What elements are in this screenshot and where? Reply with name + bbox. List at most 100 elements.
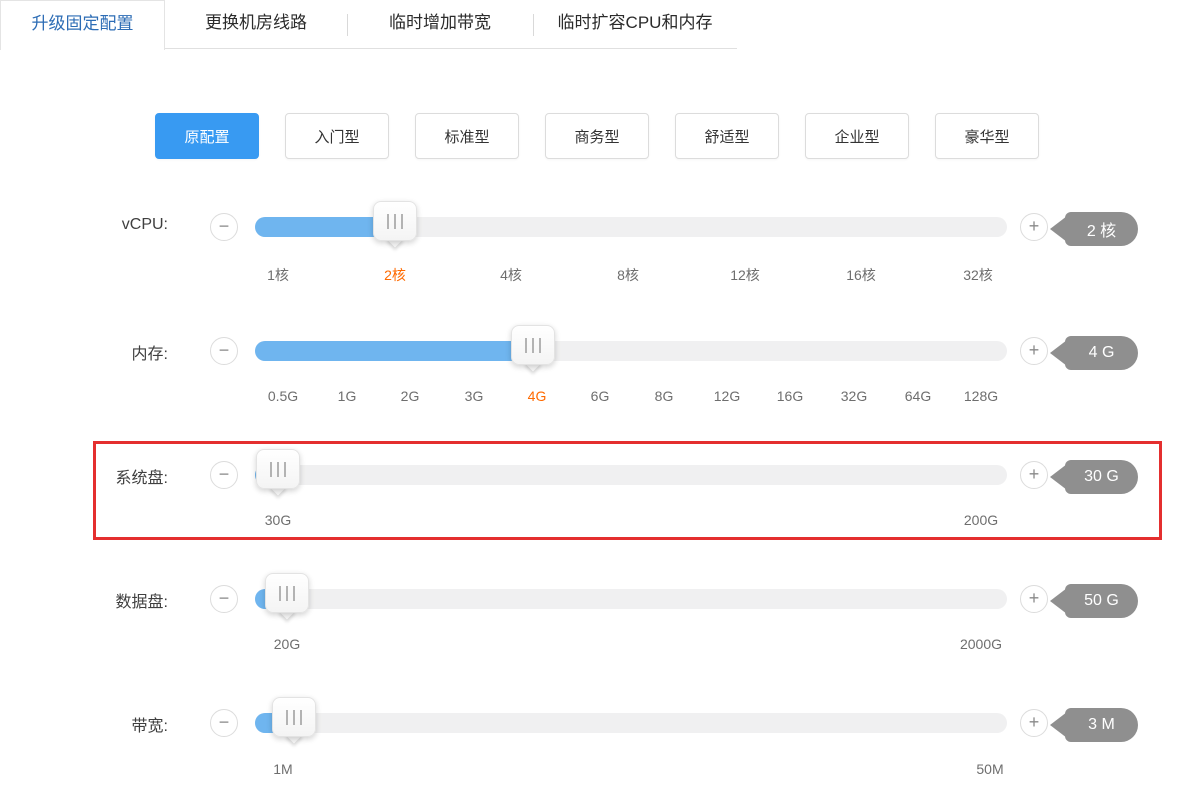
drag-handle-icon (256, 449, 300, 489)
vcpu-tick-label: 2核 (384, 265, 406, 285)
tab-change-datacenter-line[interactable]: 更换机房线路 (165, 0, 347, 49)
memory-tick-label: 4G (528, 388, 547, 404)
system-disk-tick-label: 30G (265, 512, 291, 528)
bandwidth-decrease-button[interactable]: − (210, 709, 238, 737)
grip-bar (525, 338, 527, 353)
vcpu-tick-label: 16核 (846, 265, 876, 285)
data-disk-tick-label: 20G (274, 636, 300, 652)
grip-bar (277, 462, 279, 477)
memory-value-badge: 4 G (1050, 336, 1138, 370)
preset-button-row: 原配置入门型标准型商务型舒适型企业型豪华型 (155, 113, 1065, 159)
memory-slider-fill (255, 341, 533, 361)
tab-upgrade-fixed-config[interactable]: 升级固定配置 (0, 0, 165, 50)
vcpu-tick-label: 4核 (500, 265, 522, 285)
vcpu-slider-track[interactable] (255, 217, 1007, 237)
data-disk-tick-label: 2000G (960, 636, 1002, 652)
system-disk-value-badge: 30 G (1050, 460, 1138, 494)
bandwidth-increase-button[interactable]: + (1020, 709, 1048, 737)
memory-label: 内存: (58, 340, 168, 364)
plus-icon: + (1021, 214, 1047, 239)
system-disk-slider-track[interactable] (255, 465, 1007, 485)
bandwidth-slider-track[interactable] (255, 713, 1007, 733)
data-disk-value-text: 50 G (1065, 584, 1138, 618)
data-disk-value-badge: 50 G (1050, 584, 1138, 618)
grip-bar (300, 710, 302, 725)
bandwidth-tick-label: 1M (273, 761, 292, 777)
drag-handle-icon (272, 697, 316, 737)
system-disk-increase-button[interactable]: + (1020, 461, 1048, 489)
tab-bar: 升级固定配置更换机房线路临时增加带宽临时扩容CPU和内存 (0, 0, 1178, 50)
grip-bar (293, 710, 295, 725)
vcpu-decrease-button[interactable]: − (210, 213, 238, 241)
memory-tick-label: 2G (401, 388, 420, 404)
preset-button-business-type[interactable]: 商务型 (545, 113, 649, 159)
vcpu-tick-label: 32核 (963, 265, 993, 285)
memory-tick-label: 6G (591, 388, 610, 404)
vcpu-value-text: 2 核 (1065, 212, 1138, 246)
vcpu-value-badge: 2 核 (1050, 212, 1138, 246)
plus-icon: + (1021, 462, 1047, 487)
preset-button-enterprise-type[interactable]: 企业型 (805, 113, 909, 159)
plus-icon: + (1021, 338, 1047, 363)
system-disk-label: 系统盘: (58, 464, 168, 488)
vcpu-slider-handle[interactable] (373, 201, 417, 241)
vcpu-label: vCPU: (58, 216, 168, 234)
grip-bar (286, 710, 288, 725)
minus-icon: − (211, 214, 237, 239)
system-disk-slider-handle[interactable] (256, 449, 300, 489)
vcpu-tick-label: 8核 (617, 265, 639, 285)
drag-handle-icon (265, 573, 309, 613)
data-disk-slider-handle[interactable] (265, 573, 309, 613)
tab-bar-divider (165, 48, 737, 49)
bandwidth-slider-handle[interactable] (272, 697, 316, 737)
bandwidth-label: 带宽: (58, 712, 168, 736)
grip-bar (270, 462, 272, 477)
memory-slider-track[interactable] (255, 341, 1007, 361)
bandwidth-tick-label: 50M (976, 761, 1003, 777)
tab-temp-add-bandwidth[interactable]: 临时增加带宽 (347, 0, 533, 49)
memory-tick-label: 16G (777, 388, 803, 404)
minus-icon: − (211, 338, 237, 363)
minus-icon: − (211, 586, 237, 611)
system-disk-decrease-button[interactable]: − (210, 461, 238, 489)
drag-handle-icon (373, 201, 417, 241)
grip-bar (284, 462, 286, 477)
memory-tick-label: 1G (338, 388, 357, 404)
vcpu-tick-label: 1核 (267, 265, 289, 285)
drag-handle-icon (511, 325, 555, 365)
grip-bar (532, 338, 534, 353)
preset-button-original-config[interactable]: 原配置 (155, 113, 259, 159)
grip-bar (394, 214, 396, 229)
minus-icon: − (211, 710, 237, 735)
system-disk-value-text: 30 G (1065, 460, 1138, 494)
bandwidth-value-text: 3 M (1065, 708, 1138, 742)
memory-tick-label: 32G (841, 388, 867, 404)
memory-slider-handle[interactable] (511, 325, 555, 365)
memory-tick-label: 8G (655, 388, 674, 404)
memory-tick-label: 64G (905, 388, 931, 404)
bandwidth-value-badge: 3 M (1050, 708, 1138, 742)
tab-temp-expand-cpu-memory[interactable]: 临时扩容CPU和内存 (533, 0, 737, 49)
grip-bar (279, 586, 281, 601)
plus-icon: + (1021, 586, 1047, 611)
grip-bar (401, 214, 403, 229)
memory-increase-button[interactable]: + (1020, 337, 1048, 365)
memory-decrease-button[interactable]: − (210, 337, 238, 365)
preset-button-standard-type[interactable]: 标准型 (415, 113, 519, 159)
grip-bar (539, 338, 541, 353)
server-config-page: 升级固定配置更换机房线路临时增加带宽临时扩容CPU和内存 原配置入门型标准型商务… (0, 0, 1178, 797)
preset-button-entry-type[interactable]: 入门型 (285, 113, 389, 159)
preset-button-comfort-type[interactable]: 舒适型 (675, 113, 779, 159)
vcpu-tick-label: 12核 (730, 265, 760, 285)
data-disk-increase-button[interactable]: + (1020, 585, 1048, 613)
data-disk-slider-track[interactable] (255, 589, 1007, 609)
memory-tick-label: 0.5G (268, 388, 298, 404)
preset-button-deluxe-type[interactable]: 豪华型 (935, 113, 1039, 159)
memory-tick-label: 12G (714, 388, 740, 404)
vcpu-increase-button[interactable]: + (1020, 213, 1048, 241)
data-disk-decrease-button[interactable]: − (210, 585, 238, 613)
data-disk-label: 数据盘: (58, 588, 168, 612)
memory-tick-label: 3G (465, 388, 484, 404)
memory-tick-label: 128G (964, 388, 998, 404)
highlight-border-system-disk (93, 441, 1162, 540)
